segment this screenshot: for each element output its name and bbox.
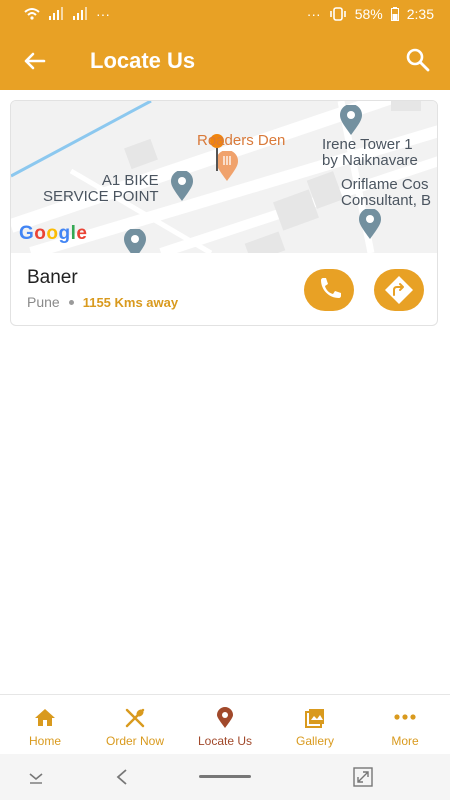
map-view[interactable]: Roaders Den A1 BIKE SERVICE POINT Irene …: [11, 101, 437, 253]
nav-label: Locate Us: [197, 734, 253, 748]
system-navigation-bar: [0, 754, 450, 800]
back-nav-icon[interactable]: [114, 768, 130, 786]
signal-icon: [73, 7, 87, 20]
search-icon: [406, 48, 430, 72]
home-icon: [35, 709, 55, 726]
back-button[interactable]: [20, 46, 52, 76]
nav-label: Home: [28, 734, 61, 748]
location-pin-icon: [217, 707, 233, 728]
rotate-screen-icon[interactable]: [352, 766, 374, 788]
phone-icon: [321, 278, 341, 298]
app-bar: Locate Us: [0, 32, 450, 90]
page-title: Locate Us: [90, 48, 196, 73]
clock: 2:35: [406, 6, 434, 22]
wifi-icon: [24, 8, 40, 20]
bottom-navigation: Home Order Now Locate Us Gallery More: [0, 694, 450, 755]
battery-percent: 58%: [354, 6, 383, 22]
nav-more[interactable]: More: [360, 695, 450, 755]
nav-label: Order Now: [105, 734, 164, 748]
place-distance: 1155 Kms away: [82, 294, 179, 310]
home-nav-icon[interactable]: [199, 774, 251, 780]
back-arrow-icon: [24, 52, 46, 70]
nav-gallery[interactable]: Gallery: [270, 695, 360, 755]
gallery-icon: [305, 709, 324, 728]
directions-icon: [385, 276, 413, 304]
map-pin-icon: [124, 229, 146, 253]
map-pin-icon: [359, 209, 381, 239]
status-dots-left: ···: [96, 6, 110, 22]
battery-icon: [390, 7, 399, 21]
nav-label: Gallery: [295, 734, 334, 748]
place-city: Pune: [27, 294, 60, 310]
separator-dot: [68, 299, 74, 305]
nav-home[interactable]: Home: [0, 695, 90, 755]
map-label-oriflame: Oriflame Cos Consultant, B: [341, 176, 432, 209]
signal-icon: [49, 7, 63, 20]
location-card: Roaders Den A1 BIKE SERVICE POINT Irene …: [10, 100, 438, 326]
map-label-poi: Roaders Den: [197, 132, 286, 149]
status-left: ···: [24, 6, 110, 22]
more-dots-icon: [394, 714, 416, 720]
map-label-tower: Irene Tower 1 by Naiknavare: [322, 136, 418, 169]
nav-order-now[interactable]: Order Now: [90, 695, 180, 755]
vibrate-icon: [329, 7, 346, 21]
directions-button[interactable]: [374, 269, 424, 311]
place-subtitle: Pune 1155 Kms away: [27, 294, 178, 310]
map-pin-icon: [171, 171, 193, 201]
search-button[interactable]: [404, 46, 432, 74]
nav-locate-us[interactable]: Locate Us: [180, 695, 270, 755]
status-right: ··· 58% 2:35: [307, 6, 434, 22]
map-label-bike: A1 BIKE SERVICE POINT: [43, 172, 159, 205]
status-dots-right: ···: [306, 6, 321, 22]
google-logo: Google: [19, 223, 88, 244]
place-name: Baner: [27, 267, 78, 288]
map-pin-icon: [340, 105, 362, 135]
fork-spoon-icon: [125, 708, 145, 728]
nav-label: More: [391, 734, 419, 748]
status-bar: ··· ··· 58% 2:35: [0, 0, 450, 32]
hide-keyboard-icon[interactable]: [26, 770, 46, 786]
call-button[interactable]: [304, 269, 354, 311]
